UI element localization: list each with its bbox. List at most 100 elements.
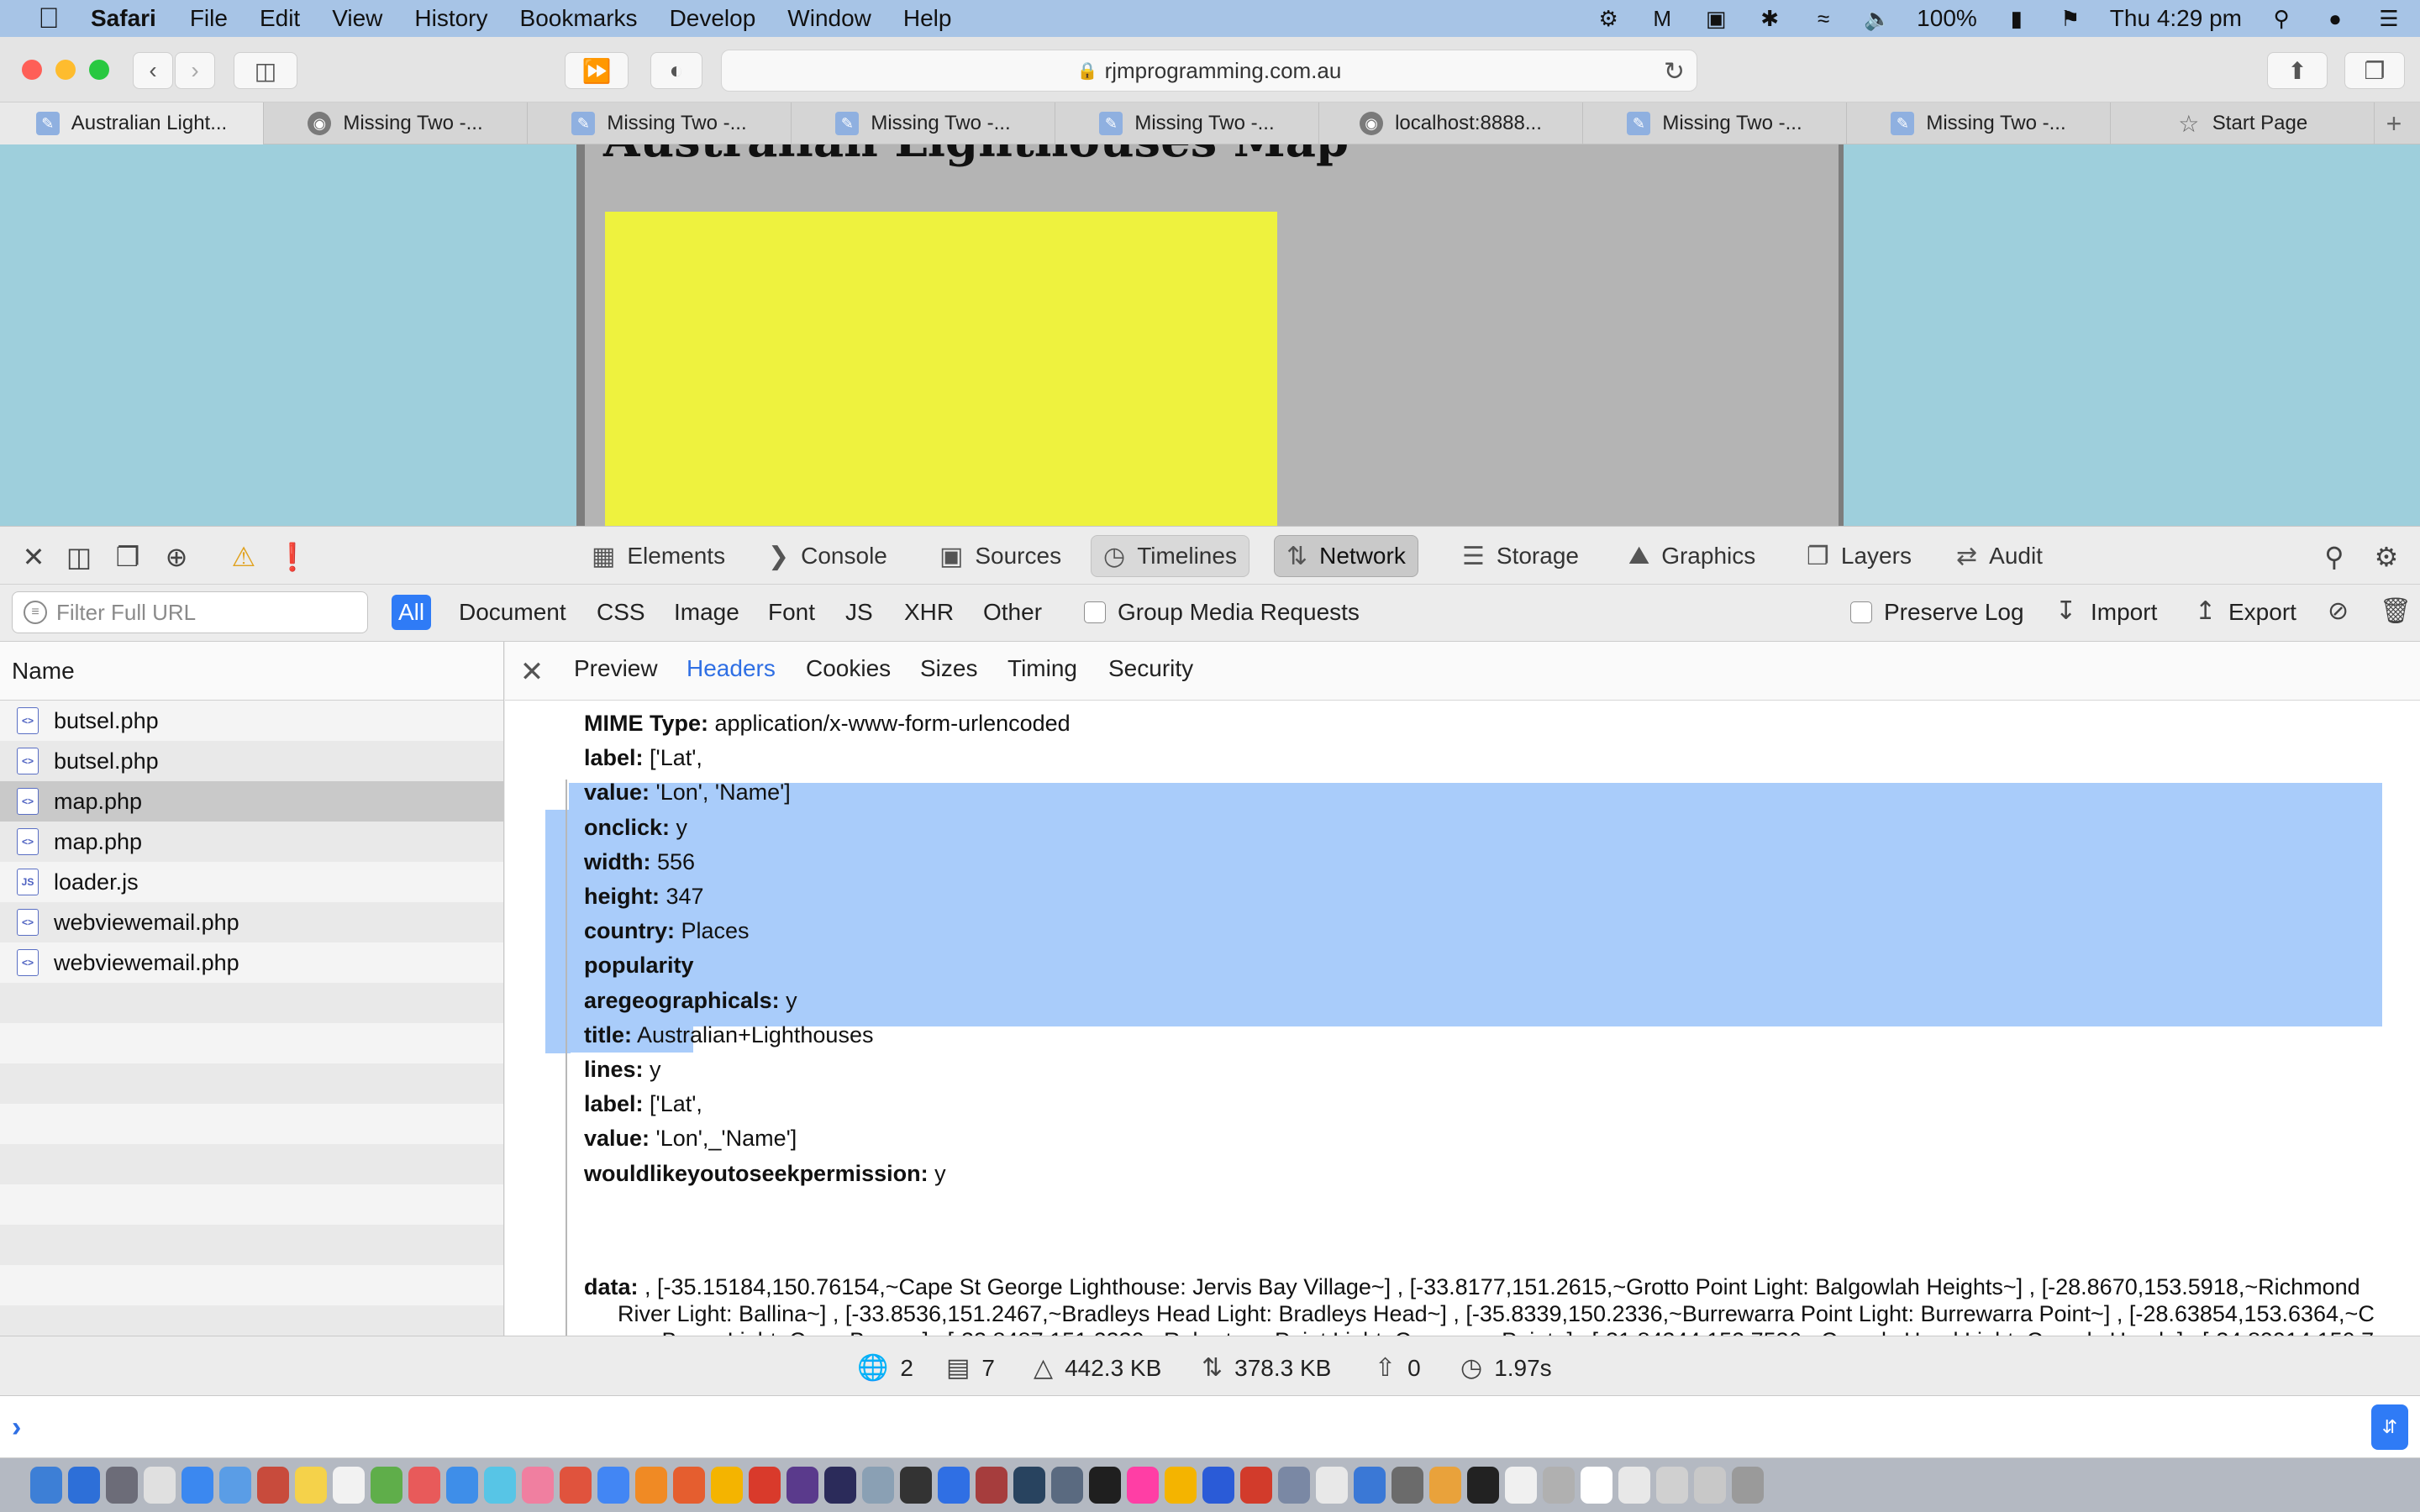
reload-icon[interactable]: ↻ xyxy=(1664,57,1685,87)
close-detail-icon[interactable]: ✕ xyxy=(515,655,549,689)
flag-icon[interactable]: ⚑ xyxy=(2056,6,2085,31)
share-button[interactable]: ⬆ xyxy=(2267,52,2328,89)
dock-app-icon[interactable] xyxy=(976,1467,1007,1504)
filter-url-input[interactable] xyxy=(12,591,368,633)
dock-side-icon[interactable]: ◫ xyxy=(62,540,96,574)
dock-app-icon[interactable] xyxy=(711,1467,743,1504)
dock-app-icon[interactable] xyxy=(30,1467,62,1504)
filter-type-all[interactable]: All xyxy=(392,595,432,630)
dock-app-icon[interactable] xyxy=(1051,1467,1083,1504)
error-icon[interactable]: ❗ xyxy=(276,540,309,574)
wifi-icon[interactable]: ≈ xyxy=(1809,6,1838,31)
browser-tab[interactable]: ☆ Start Page xyxy=(2111,102,2375,144)
privacy-report-button[interactable]: ◐ xyxy=(650,52,702,89)
menu-history[interactable]: History xyxy=(414,5,487,32)
console-toggle-button[interactable]: ⇵ xyxy=(2371,1404,2408,1450)
dock-app-icon[interactable] xyxy=(1543,1467,1575,1504)
dock-app-icon[interactable] xyxy=(68,1467,100,1504)
menu-bookmarks[interactable]: Bookmarks xyxy=(520,5,638,32)
table-row[interactable]: JS loader.js xyxy=(0,862,503,902)
browser-tab[interactable]: ✎ Missing Two -... xyxy=(1847,102,2111,144)
browser-tab[interactable]: ✎ Missing Two -... xyxy=(1583,102,1847,144)
dock-app-icon[interactable] xyxy=(560,1467,592,1504)
address-bar[interactable]: 🔒 rjmprogramming.com.au ↻ xyxy=(721,50,1697,92)
battery-percent[interactable]: 100% xyxy=(1917,5,1977,32)
dock-app-icon[interactable] xyxy=(597,1467,629,1504)
battery-icon[interactable]: ▮ xyxy=(2002,6,2031,31)
browser-tab[interactable]: ✎ Missing Two -... xyxy=(1055,102,1319,144)
dock-app-icon[interactable] xyxy=(144,1467,176,1504)
dock-app-icon[interactable] xyxy=(749,1467,781,1504)
detail-tab-headers[interactable]: Headers xyxy=(687,655,776,682)
detail-tab-timing[interactable]: Timing xyxy=(1007,655,1077,682)
import-icon[interactable]: ↧ xyxy=(2055,596,2076,626)
dock-app-icon[interactable] xyxy=(219,1467,251,1504)
table-row[interactable]: <> butsel.php xyxy=(0,701,503,741)
malwarebytes-icon[interactable]: M xyxy=(1648,6,1676,31)
tab-network[interactable]: ⇅ Network xyxy=(1274,535,1418,577)
tab-storage[interactable]: ☰ Storage xyxy=(1450,535,1591,577)
tab-sources[interactable]: ▣ Sources xyxy=(928,535,1073,577)
dock-app-icon[interactable] xyxy=(1581,1467,1612,1504)
dock-app-icon[interactable] xyxy=(1354,1467,1386,1504)
apple-menu-icon[interactable]:  xyxy=(32,3,66,35)
dock-app-icon[interactable] xyxy=(786,1467,818,1504)
browser-tab[interactable]: ✎ Australian Light... xyxy=(0,102,264,144)
dock-app-icon[interactable] xyxy=(1392,1467,1423,1504)
siri-icon[interactable]: ● xyxy=(2321,6,2349,31)
import-button[interactable]: Import xyxy=(2091,595,2157,630)
filter-type-font[interactable]: Font xyxy=(761,595,822,630)
app-tray-icon[interactable]: ⚙ xyxy=(1594,6,1623,31)
forward-button[interactable]: › xyxy=(175,52,215,89)
tab-layers[interactable]: ❐ Layers xyxy=(1795,535,1923,577)
dock-app-icon[interactable] xyxy=(1013,1467,1045,1504)
table-row[interactable]: <> map.php xyxy=(0,781,503,822)
tab-overview-button[interactable]: ❐ xyxy=(2344,52,2405,89)
menu-app-safari[interactable]: Safari xyxy=(91,5,156,32)
dock-app-icon[interactable] xyxy=(295,1467,327,1504)
back-button[interactable]: ‹ xyxy=(133,52,173,89)
console-prompt-area[interactable]: › ⇵ xyxy=(0,1396,2420,1458)
detail-tab-security[interactable]: Security xyxy=(1108,655,1193,682)
dock-app-icon[interactable] xyxy=(484,1467,516,1504)
filter-type-other[interactable]: Other xyxy=(976,595,1049,630)
dock-app-icon[interactable] xyxy=(257,1467,289,1504)
volume-icon[interactable]: 🔈 xyxy=(1863,6,1891,31)
detail-tab-sizes[interactable]: Sizes xyxy=(920,655,977,682)
browser-tab[interactable]: ◉ localhost:8888... xyxy=(1319,102,1583,144)
table-row[interactable]: <> webviewemail.php xyxy=(0,942,503,983)
trash-icon[interactable]: 🗑 xyxy=(2380,596,2412,626)
dock-app-icon[interactable] xyxy=(673,1467,705,1504)
filter-type-image[interactable]: Image xyxy=(667,595,746,630)
dock-app-icon[interactable] xyxy=(1240,1467,1272,1504)
sidebar-toggle-button[interactable]: ◫ xyxy=(234,52,297,89)
map-canvas[interactable] xyxy=(605,212,1277,526)
tab-elements[interactable]: ▦ Elements xyxy=(580,535,737,577)
menu-clock[interactable]: Thu 4:29 pm xyxy=(2110,5,2242,32)
dock-app-icon[interactable] xyxy=(1467,1467,1499,1504)
filter-type-xhr[interactable]: XHR xyxy=(897,595,960,630)
export-button[interactable]: Export xyxy=(2228,595,2296,630)
dock-app-icon[interactable] xyxy=(900,1467,932,1504)
name-column-header[interactable]: Name xyxy=(0,642,503,701)
tab-audit[interactable]: ⇄ Audit xyxy=(1944,535,2054,577)
table-row[interactable]: <> map.php xyxy=(0,822,503,862)
detach-window-icon[interactable]: ❐ xyxy=(111,540,145,574)
dock-app-icon[interactable] xyxy=(1429,1467,1461,1504)
table-row[interactable]: <> butsel.php xyxy=(0,741,503,781)
dock-app-icon[interactable] xyxy=(106,1467,138,1504)
dock-app-icon[interactable] xyxy=(1202,1467,1234,1504)
element-picker-icon[interactable]: ⊕ xyxy=(160,540,193,574)
dock-app-icon[interactable] xyxy=(1694,1467,1726,1504)
zoom-window-button[interactable] xyxy=(89,60,109,80)
bluetooth-icon[interactable]: ✱ xyxy=(1755,6,1784,31)
browser-tab[interactable]: ✎ Missing Two -... xyxy=(792,102,1055,144)
dock-app-icon[interactable] xyxy=(938,1467,970,1504)
detail-tab-cookies[interactable]: Cookies xyxy=(806,655,891,682)
browser-tab[interactable]: ✎ Missing Two -... xyxy=(528,102,792,144)
browser-tab[interactable]: ◉ Missing Two -... xyxy=(264,102,528,144)
new-tab-button[interactable]: + xyxy=(2375,102,2413,144)
close-window-button[interactable] xyxy=(22,60,42,80)
dock-app-icon[interactable] xyxy=(522,1467,554,1504)
filter-type-document[interactable]: Document xyxy=(452,595,573,630)
